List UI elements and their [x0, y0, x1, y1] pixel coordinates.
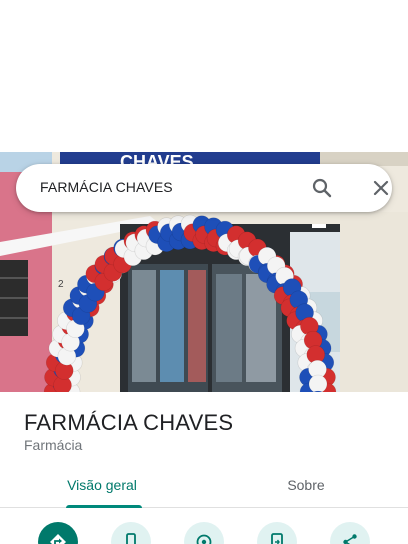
directions-button[interactable]: [38, 522, 78, 544]
close-icon[interactable]: [369, 176, 393, 200]
place-category[interactable]: Farmácia: [24, 437, 82, 453]
search-icon[interactable]: [310, 176, 334, 200]
search-input[interactable]: FARMÁCIA CHAVES: [40, 179, 173, 195]
send-to-phone-button[interactable]: [257, 522, 297, 544]
balloon: [308, 374, 328, 392]
place-title: FARMÁCIA CHAVES: [24, 410, 234, 435]
call-button[interactable]: [111, 522, 151, 544]
phone-icon: [126, 533, 136, 544]
selected-tab-indicator: [66, 505, 142, 508]
share-button[interactable]: [330, 522, 370, 544]
place-tabs: Visão geral Sobre: [0, 468, 408, 508]
share-icon: [343, 534, 357, 544]
share-location-button[interactable]: [184, 522, 224, 544]
send-to-phone-icon: [271, 533, 283, 544]
search-bar[interactable]: FARMÁCIA CHAVES: [16, 164, 392, 212]
tab-about[interactable]: Sobre: [204, 468, 408, 508]
action-buttons: [0, 520, 408, 544]
directions-icon: [50, 534, 66, 544]
location-share-icon: [196, 534, 212, 544]
door-number: 2: [58, 279, 64, 290]
map-top-area: [0, 0, 408, 152]
tab-overview[interactable]: Visão geral: [0, 468, 204, 508]
